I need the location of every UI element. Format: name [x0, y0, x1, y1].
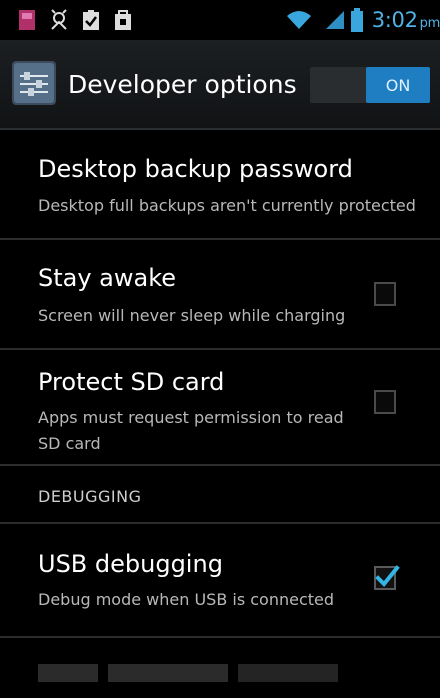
- developer-options-switch[interactable]: ON: [310, 67, 430, 103]
- clipboard-check-icon: [80, 9, 102, 31]
- stay-awake-checkbox[interactable]: [374, 282, 396, 306]
- list-item-protect-sd-card[interactable]: Protect SD card Apps must request permis…: [0, 350, 440, 466]
- item-subtitle: Debug mode when USB is connected: [38, 590, 335, 609]
- wifi-icon: [284, 9, 314, 31]
- system-status: 3:02 pm: [284, 0, 440, 40]
- battery-icon: [350, 8, 364, 32]
- item-subtitle: Screen will never sleep while charging: [38, 306, 346, 325]
- switch-on-label: ON: [366, 67, 430, 103]
- item-subtitle-line-2: SD card: [38, 434, 101, 453]
- checkmark-icon: [375, 565, 400, 587]
- partial-item-title: [38, 664, 368, 682]
- signal-icon: [322, 9, 348, 31]
- item-title: Desktop backup password: [38, 155, 353, 183]
- protect-sd-card-checkbox[interactable]: [374, 390, 396, 414]
- download-bag-icon: [112, 9, 134, 31]
- item-subtitle: Desktop full backups aren't currently pr…: [38, 196, 416, 215]
- item-title: Protect SD card: [38, 368, 225, 396]
- notification-icons: [16, 9, 134, 31]
- status-bar: 3:02 pm: [0, 0, 440, 40]
- list-item-stay-awake[interactable]: Stay awake Screen will never sleep while…: [0, 240, 440, 350]
- action-bar: Developer options ON: [0, 40, 440, 130]
- list-item-usb-debugging[interactable]: USB debugging Debug mode when USB is con…: [0, 524, 440, 638]
- usb-debugging-checkbox[interactable]: [374, 565, 400, 590]
- developer-settings-icon[interactable]: [10, 59, 58, 107]
- page-title: Developer options: [68, 70, 297, 99]
- item-title: Stay awake: [38, 264, 177, 292]
- clock: 3:02 pm: [371, 8, 440, 32]
- sd-card-icon: [16, 9, 38, 31]
- list-item-partial[interactable]: [0, 638, 440, 698]
- item-subtitle-line-1: Apps must request permission to read: [38, 408, 344, 427]
- section-header-debugging: DEBUGGING: [0, 466, 440, 524]
- item-title: USB debugging: [38, 550, 223, 578]
- section-label: DEBUGGING: [38, 487, 142, 506]
- settings-list: Desktop backup password Desktop full bac…: [0, 130, 440, 698]
- usb-debugging-icon: [48, 9, 70, 31]
- list-item-desktop-backup-password[interactable]: Desktop backup password Desktop full bac…: [0, 130, 440, 240]
